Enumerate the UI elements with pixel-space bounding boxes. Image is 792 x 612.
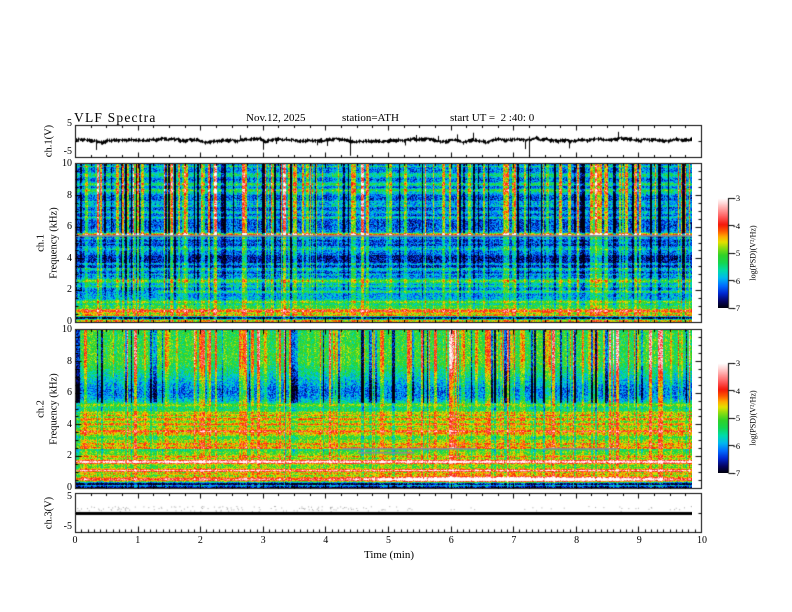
ch3-wave-y-tick-label: 5 bbox=[67, 491, 72, 502]
colorbar2-tick-label: -4 bbox=[733, 385, 741, 396]
colorbar2-tick-label: -7 bbox=[733, 468, 741, 478]
colorbar1-tick-label: -3 bbox=[733, 193, 741, 203]
ch1-spec-y-tick-label: 6 bbox=[67, 221, 72, 233]
ch1-spec-y-tick-label: 4 bbox=[67, 252, 72, 264]
colorbar1-tick-label: -7 bbox=[733, 303, 741, 313]
ylabel-ch1-frequency: Frequency (kHz) bbox=[48, 207, 60, 279]
x-tick-label: 10 bbox=[697, 535, 707, 546]
axes-frame-overlay bbox=[0, 0, 792, 612]
colorbar1-tick-label: -5 bbox=[733, 248, 741, 258]
ch2-spec-y-tick-label: 6 bbox=[67, 387, 72, 399]
colorbar1-tick-label: -4 bbox=[733, 220, 741, 231]
colorbar1-label: log(PSD)(V²/Hz) bbox=[748, 225, 758, 281]
ch1-spec-y-tick-label: 8 bbox=[67, 189, 72, 201]
ch1-spec-y-tick-label: 10 bbox=[62, 158, 72, 169]
x-tick-label: 5 bbox=[386, 535, 391, 546]
colorbar2-tick-label: -5 bbox=[733, 413, 741, 423]
ylabel-ch1-channel: ch.1 bbox=[35, 234, 47, 252]
ylabel-ch2-frequency: Frequency (kHz) bbox=[48, 373, 60, 445]
x-tick-label: 0 bbox=[72, 535, 78, 546]
x-tick-label: 1 bbox=[135, 535, 141, 546]
colorbar1-tick-label: -6 bbox=[733, 275, 741, 286]
x-tick-label: 8 bbox=[574, 535, 580, 546]
x-tick-label: 7 bbox=[511, 535, 517, 546]
ch2-spec-y-tick-label: 4 bbox=[67, 418, 72, 430]
xlabel-time: Time (min) bbox=[363, 549, 414, 561]
ch1-wave-y-tick-label: -5 bbox=[63, 146, 72, 157]
colorbar2-tick-label: -6 bbox=[733, 440, 741, 451]
ch2-spec-y-tick-label: 2 bbox=[67, 450, 72, 462]
ch2-spec-y-tick-label: 8 bbox=[67, 355, 72, 367]
ch1-spec-y-tick-label: 2 bbox=[67, 284, 72, 296]
x-tick-label: 9 bbox=[636, 535, 642, 546]
x-tick-label: 4 bbox=[323, 535, 329, 546]
ch2-spec-y-tick-label: 10 bbox=[62, 324, 72, 335]
x-tick-label: 6 bbox=[448, 535, 454, 546]
x-tick-label: 3 bbox=[260, 535, 266, 546]
vlf-spectra-figure: VLF Spectra Nov.12, 2025 station=ATH sta… bbox=[0, 0, 792, 612]
x-tick-label: 2 bbox=[197, 535, 203, 546]
ch1-wave-y-tick-label: 5 bbox=[67, 118, 72, 129]
colorbar2-label: log(PSD)(V²/Hz) bbox=[748, 390, 758, 446]
ch3-wave-y-tick-label: -5 bbox=[63, 521, 72, 532]
ylabel-ch2-channel: ch.2 bbox=[35, 400, 47, 418]
colorbar2-tick-label: -3 bbox=[733, 358, 741, 368]
